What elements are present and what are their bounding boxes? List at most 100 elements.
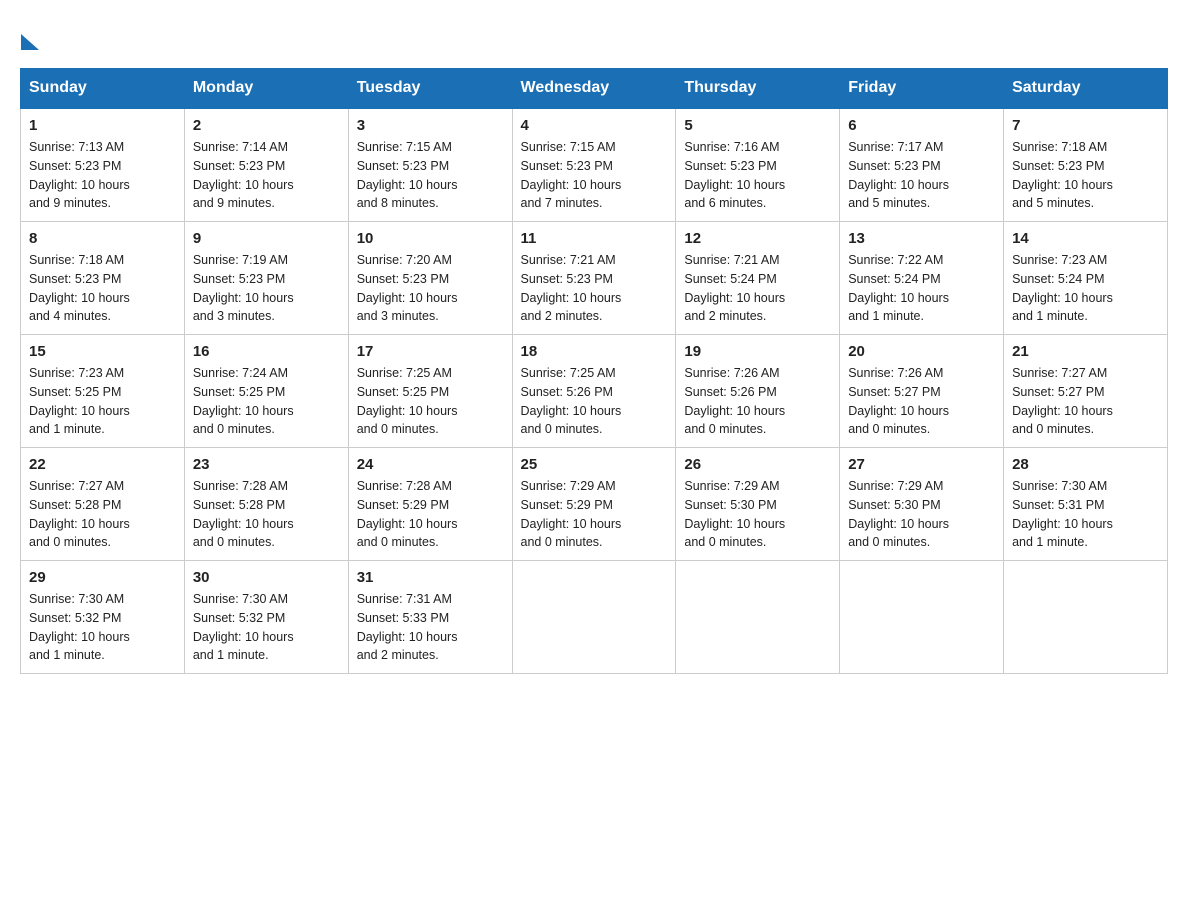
day-info: Sunrise: 7:14 AM Sunset: 5:23 PM Dayligh… bbox=[193, 138, 340, 213]
calendar-cell: 12 Sunrise: 7:21 AM Sunset: 5:24 PM Dayl… bbox=[676, 222, 840, 335]
day-number: 24 bbox=[357, 456, 504, 473]
day-number: 9 bbox=[193, 230, 340, 247]
calendar-cell: 23 Sunrise: 7:28 AM Sunset: 5:28 PM Dayl… bbox=[184, 448, 348, 561]
day-number: 6 bbox=[848, 117, 995, 134]
day-of-week-sunday: Sunday bbox=[21, 69, 185, 109]
calendar-cell: 2 Sunrise: 7:14 AM Sunset: 5:23 PM Dayli… bbox=[184, 108, 348, 222]
day-number: 1 bbox=[29, 117, 176, 134]
day-info: Sunrise: 7:23 AM Sunset: 5:24 PM Dayligh… bbox=[1012, 251, 1159, 326]
day-info: Sunrise: 7:16 AM Sunset: 5:23 PM Dayligh… bbox=[684, 138, 831, 213]
day-info: Sunrise: 7:28 AM Sunset: 5:29 PM Dayligh… bbox=[357, 477, 504, 552]
day-info: Sunrise: 7:19 AM Sunset: 5:23 PM Dayligh… bbox=[193, 251, 340, 326]
day-number: 13 bbox=[848, 230, 995, 247]
day-info: Sunrise: 7:20 AM Sunset: 5:23 PM Dayligh… bbox=[357, 251, 504, 326]
day-info: Sunrise: 7:15 AM Sunset: 5:23 PM Dayligh… bbox=[357, 138, 504, 213]
calendar-cell: 15 Sunrise: 7:23 AM Sunset: 5:25 PM Dayl… bbox=[21, 335, 185, 448]
day-number: 2 bbox=[193, 117, 340, 134]
calendar-cell: 27 Sunrise: 7:29 AM Sunset: 5:30 PM Dayl… bbox=[840, 448, 1004, 561]
day-number: 18 bbox=[521, 343, 668, 360]
calendar-cell: 20 Sunrise: 7:26 AM Sunset: 5:27 PM Dayl… bbox=[840, 335, 1004, 448]
day-info: Sunrise: 7:13 AM Sunset: 5:23 PM Dayligh… bbox=[29, 138, 176, 213]
calendar-cell: 17 Sunrise: 7:25 AM Sunset: 5:25 PM Dayl… bbox=[348, 335, 512, 448]
day-number: 4 bbox=[521, 117, 668, 134]
day-info: Sunrise: 7:30 AM Sunset: 5:31 PM Dayligh… bbox=[1012, 477, 1159, 552]
day-number: 27 bbox=[848, 456, 995, 473]
day-number: 29 bbox=[29, 569, 176, 586]
day-number: 17 bbox=[357, 343, 504, 360]
calendar-cell bbox=[676, 561, 840, 674]
day-info: Sunrise: 7:15 AM Sunset: 5:23 PM Dayligh… bbox=[521, 138, 668, 213]
calendar-cell: 18 Sunrise: 7:25 AM Sunset: 5:26 PM Dayl… bbox=[512, 335, 676, 448]
calendar-cell: 14 Sunrise: 7:23 AM Sunset: 5:24 PM Dayl… bbox=[1004, 222, 1168, 335]
calendar-cell: 25 Sunrise: 7:29 AM Sunset: 5:29 PM Dayl… bbox=[512, 448, 676, 561]
day-of-week-thursday: Thursday bbox=[676, 69, 840, 109]
day-number: 15 bbox=[29, 343, 176, 360]
day-number: 12 bbox=[684, 230, 831, 247]
calendar-cell bbox=[1004, 561, 1168, 674]
calendar-cell: 10 Sunrise: 7:20 AM Sunset: 5:23 PM Dayl… bbox=[348, 222, 512, 335]
day-info: Sunrise: 7:21 AM Sunset: 5:24 PM Dayligh… bbox=[684, 251, 831, 326]
day-of-week-wednesday: Wednesday bbox=[512, 69, 676, 109]
day-info: Sunrise: 7:30 AM Sunset: 5:32 PM Dayligh… bbox=[29, 590, 176, 665]
calendar-cell: 29 Sunrise: 7:30 AM Sunset: 5:32 PM Dayl… bbox=[21, 561, 185, 674]
calendar-cell: 9 Sunrise: 7:19 AM Sunset: 5:23 PM Dayli… bbox=[184, 222, 348, 335]
calendar-cell: 8 Sunrise: 7:18 AM Sunset: 5:23 PM Dayli… bbox=[21, 222, 185, 335]
day-number: 22 bbox=[29, 456, 176, 473]
day-number: 30 bbox=[193, 569, 340, 586]
day-number: 23 bbox=[193, 456, 340, 473]
day-number: 21 bbox=[1012, 343, 1159, 360]
calendar-cell: 21 Sunrise: 7:27 AM Sunset: 5:27 PM Dayl… bbox=[1004, 335, 1168, 448]
day-info: Sunrise: 7:18 AM Sunset: 5:23 PM Dayligh… bbox=[29, 251, 176, 326]
day-number: 14 bbox=[1012, 230, 1159, 247]
day-info: Sunrise: 7:28 AM Sunset: 5:28 PM Dayligh… bbox=[193, 477, 340, 552]
calendar-cell: 13 Sunrise: 7:22 AM Sunset: 5:24 PM Dayl… bbox=[840, 222, 1004, 335]
day-info: Sunrise: 7:29 AM Sunset: 5:30 PM Dayligh… bbox=[684, 477, 831, 552]
calendar-cell: 11 Sunrise: 7:21 AM Sunset: 5:23 PM Dayl… bbox=[512, 222, 676, 335]
day-number: 31 bbox=[357, 569, 504, 586]
day-number: 20 bbox=[848, 343, 995, 360]
calendar-cell: 26 Sunrise: 7:29 AM Sunset: 5:30 PM Dayl… bbox=[676, 448, 840, 561]
day-info: Sunrise: 7:27 AM Sunset: 5:28 PM Dayligh… bbox=[29, 477, 176, 552]
day-number: 3 bbox=[357, 117, 504, 134]
calendar-cell bbox=[840, 561, 1004, 674]
logo bbox=[20, 28, 39, 50]
calendar-week-row: 15 Sunrise: 7:23 AM Sunset: 5:25 PM Dayl… bbox=[21, 335, 1168, 448]
day-info: Sunrise: 7:21 AM Sunset: 5:23 PM Dayligh… bbox=[521, 251, 668, 326]
calendar-cell: 6 Sunrise: 7:17 AM Sunset: 5:23 PM Dayli… bbox=[840, 108, 1004, 222]
calendar-cell: 7 Sunrise: 7:18 AM Sunset: 5:23 PM Dayli… bbox=[1004, 108, 1168, 222]
day-number: 11 bbox=[521, 230, 668, 247]
calendar-cell bbox=[512, 561, 676, 674]
day-info: Sunrise: 7:22 AM Sunset: 5:24 PM Dayligh… bbox=[848, 251, 995, 326]
day-number: 16 bbox=[193, 343, 340, 360]
calendar-cell: 31 Sunrise: 7:31 AM Sunset: 5:33 PM Dayl… bbox=[348, 561, 512, 674]
day-info: Sunrise: 7:27 AM Sunset: 5:27 PM Dayligh… bbox=[1012, 364, 1159, 439]
calendar-cell: 3 Sunrise: 7:15 AM Sunset: 5:23 PM Dayli… bbox=[348, 108, 512, 222]
day-number: 7 bbox=[1012, 117, 1159, 134]
calendar-cell: 4 Sunrise: 7:15 AM Sunset: 5:23 PM Dayli… bbox=[512, 108, 676, 222]
calendar-cell: 28 Sunrise: 7:30 AM Sunset: 5:31 PM Dayl… bbox=[1004, 448, 1168, 561]
day-number: 26 bbox=[684, 456, 831, 473]
day-of-week-monday: Monday bbox=[184, 69, 348, 109]
calendar-cell: 1 Sunrise: 7:13 AM Sunset: 5:23 PM Dayli… bbox=[21, 108, 185, 222]
day-number: 19 bbox=[684, 343, 831, 360]
day-number: 25 bbox=[521, 456, 668, 473]
day-info: Sunrise: 7:24 AM Sunset: 5:25 PM Dayligh… bbox=[193, 364, 340, 439]
page-header bbox=[20, 20, 1168, 50]
day-number: 8 bbox=[29, 230, 176, 247]
day-info: Sunrise: 7:25 AM Sunset: 5:26 PM Dayligh… bbox=[521, 364, 668, 439]
calendar-cell: 24 Sunrise: 7:28 AM Sunset: 5:29 PM Dayl… bbox=[348, 448, 512, 561]
calendar-table: SundayMondayTuesdayWednesdayThursdayFrid… bbox=[20, 68, 1168, 674]
calendar-cell: 30 Sunrise: 7:30 AM Sunset: 5:32 PM Dayl… bbox=[184, 561, 348, 674]
day-info: Sunrise: 7:26 AM Sunset: 5:26 PM Dayligh… bbox=[684, 364, 831, 439]
calendar-cell: 5 Sunrise: 7:16 AM Sunset: 5:23 PM Dayli… bbox=[676, 108, 840, 222]
calendar-week-row: 29 Sunrise: 7:30 AM Sunset: 5:32 PM Dayl… bbox=[21, 561, 1168, 674]
day-info: Sunrise: 7:23 AM Sunset: 5:25 PM Dayligh… bbox=[29, 364, 176, 439]
day-info: Sunrise: 7:26 AM Sunset: 5:27 PM Dayligh… bbox=[848, 364, 995, 439]
day-of-week-friday: Friday bbox=[840, 69, 1004, 109]
day-info: Sunrise: 7:29 AM Sunset: 5:30 PM Dayligh… bbox=[848, 477, 995, 552]
calendar-cell: 16 Sunrise: 7:24 AM Sunset: 5:25 PM Dayl… bbox=[184, 335, 348, 448]
day-info: Sunrise: 7:18 AM Sunset: 5:23 PM Dayligh… bbox=[1012, 138, 1159, 213]
calendar-cell: 19 Sunrise: 7:26 AM Sunset: 5:26 PM Dayl… bbox=[676, 335, 840, 448]
day-number: 10 bbox=[357, 230, 504, 247]
day-info: Sunrise: 7:30 AM Sunset: 5:32 PM Dayligh… bbox=[193, 590, 340, 665]
